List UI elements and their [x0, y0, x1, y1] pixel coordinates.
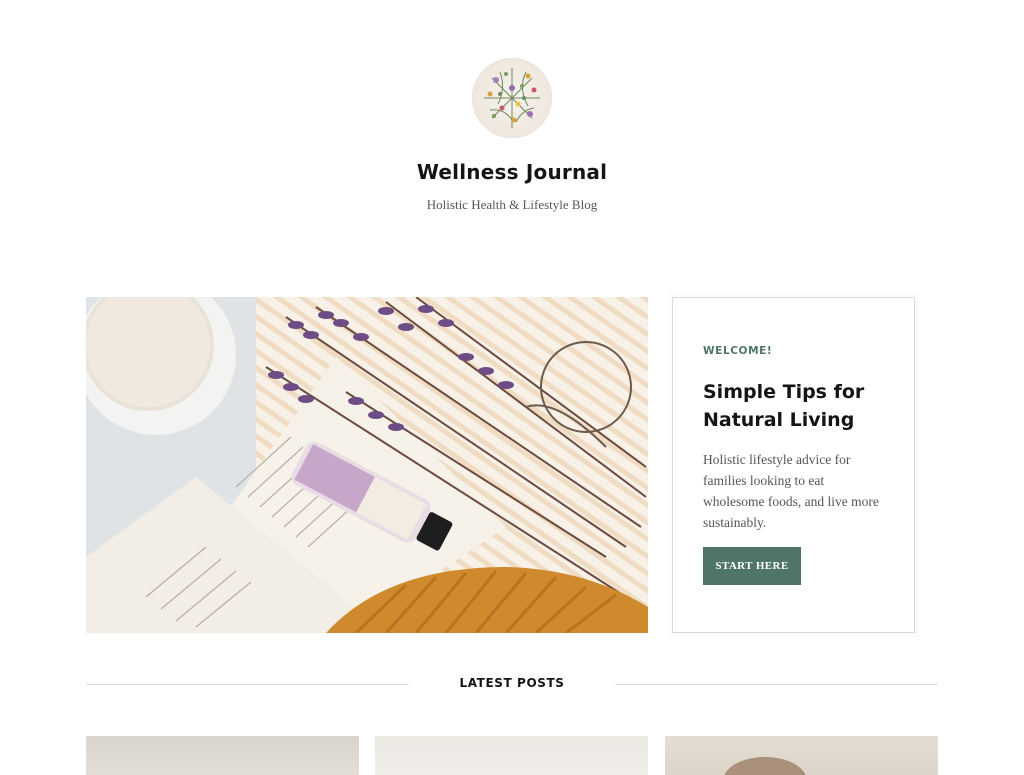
- post-thumbnail-image: [724, 757, 806, 775]
- welcome-heading: Simple Tips for Natural Living: [703, 381, 865, 431]
- latest-posts-divider: LATEST POSTS: [86, 672, 938, 696]
- botanical-wreath-icon: [484, 68, 540, 128]
- latest-posts-heading: LATEST POSTS: [459, 676, 565, 690]
- welcome-card: WELCOME! Simple Tips for Natural Living …: [672, 297, 915, 633]
- site-title[interactable]: Wellness Journal: [0, 160, 1024, 184]
- flatlay-lavender-book-image: [86, 297, 648, 633]
- post-thumbnail[interactable]: [665, 736, 938, 775]
- divider-line: [86, 684, 409, 685]
- hero-image: [86, 297, 648, 633]
- post-thumbnail[interactable]: [375, 736, 648, 775]
- welcome-text: Holistic lifestyle advice for families l…: [703, 452, 879, 530]
- divider-line: [615, 684, 938, 685]
- welcome-eyebrow: WELCOME!: [703, 345, 773, 357]
- site-logo[interactable]: [472, 58, 552, 138]
- post-thumbnail[interactable]: [86, 736, 359, 775]
- start-here-button[interactable]: START HERE: [703, 547, 801, 585]
- site-tagline: Holistic Health & Lifestyle Blog: [426, 197, 598, 212]
- site-header: Wellness Journal Holistic Health & Lifes…: [0, 0, 1024, 240]
